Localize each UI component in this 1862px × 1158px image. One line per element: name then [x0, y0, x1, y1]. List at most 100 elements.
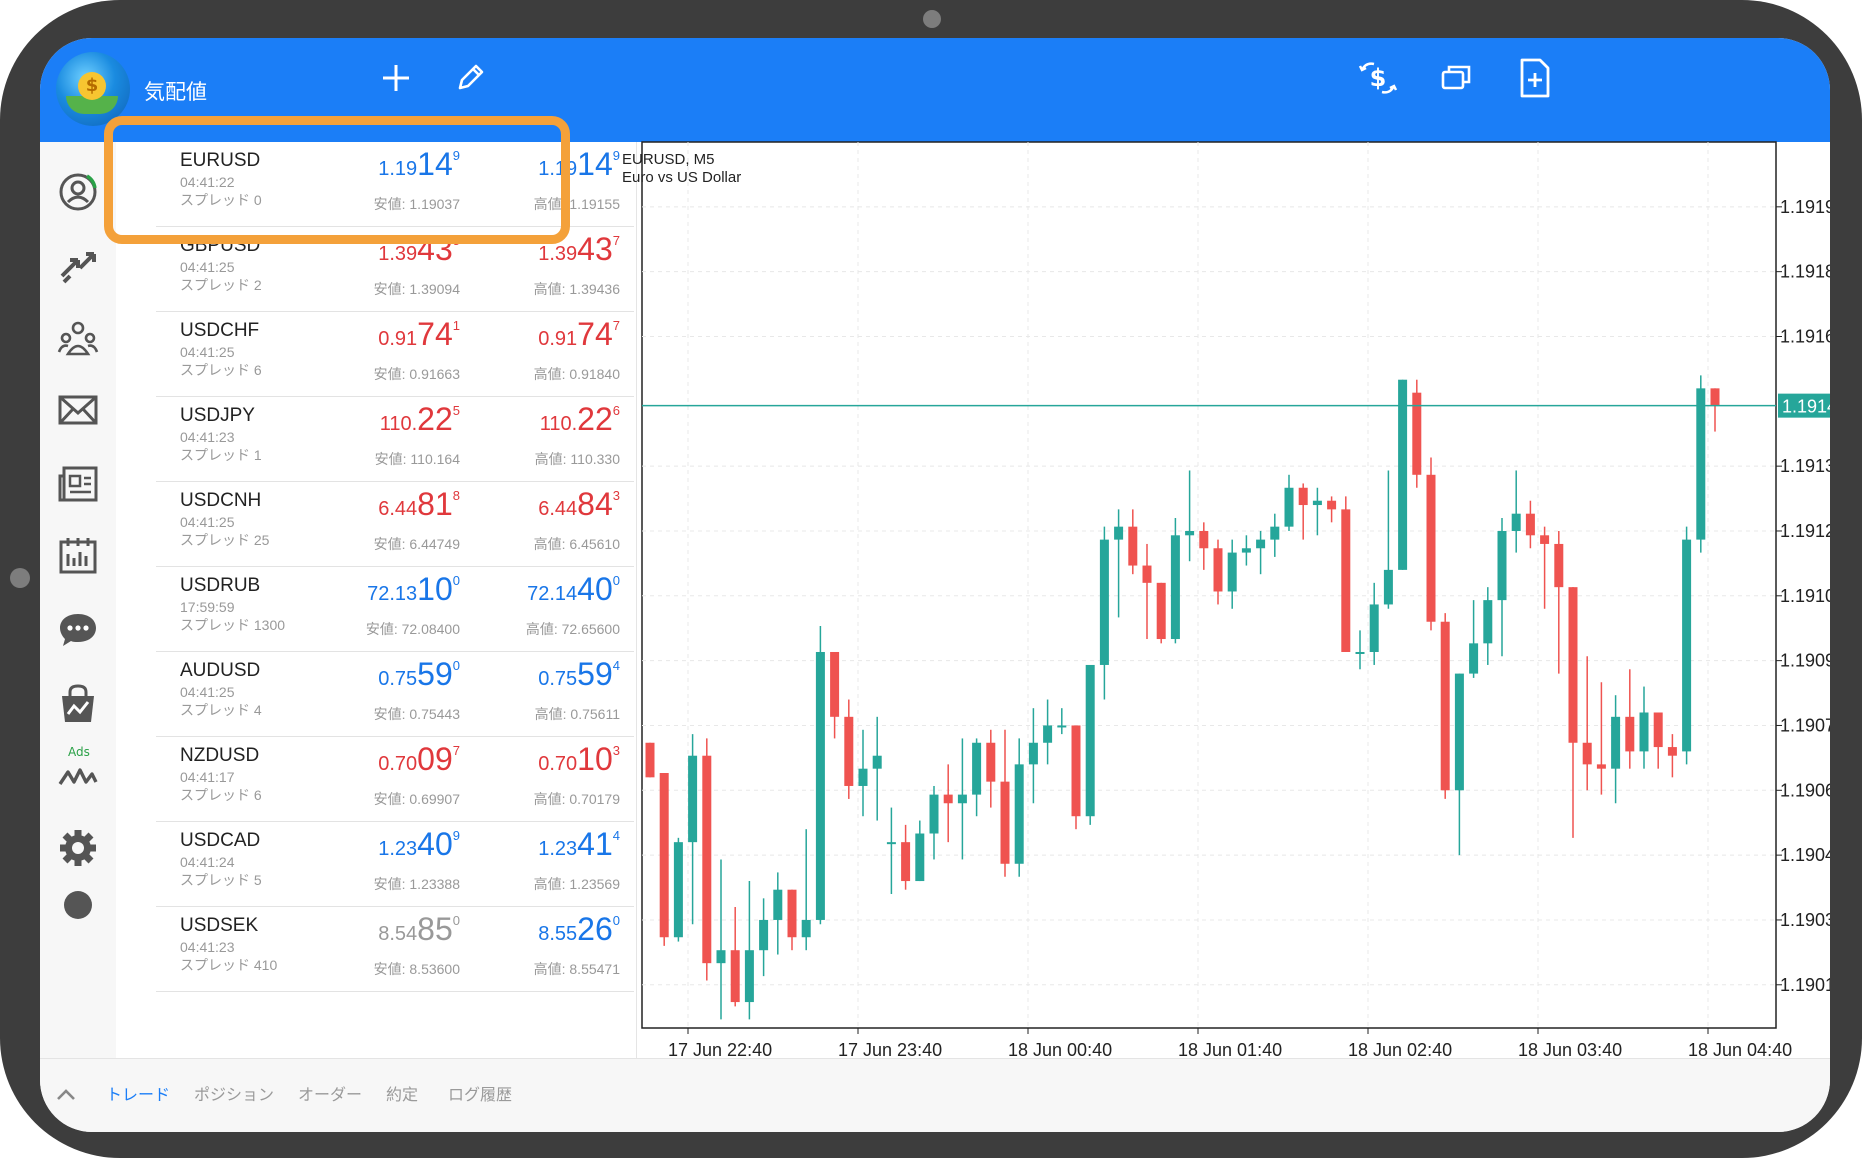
y-tick-label: 1.19075 [1780, 715, 1830, 735]
nav-news[interactable] [48, 454, 108, 514]
app-logo-icon[interactable]: $ [56, 52, 130, 126]
bid-price: 1.23409 [378, 826, 460, 862]
nav-settings[interactable] [48, 818, 108, 878]
candle-body [759, 919, 769, 951]
trade-arrows-icon [60, 252, 96, 284]
candle-body [1312, 500, 1322, 506]
candle-body [872, 755, 882, 769]
candle-body [1256, 539, 1266, 549]
quote-symbol: USDCHF [180, 320, 260, 341]
gear-icon [60, 830, 96, 866]
quote-time: 04:41:25 [180, 514, 235, 530]
quote-row-usdjpy[interactable]: USDJPY 04:41:23 スプレッド 1 110.225 110.226 安値: 1… [156, 397, 634, 482]
candle-body [1710, 388, 1720, 406]
candle-body [858, 768, 868, 786]
y-tick-label: 1.19045 [1780, 845, 1830, 865]
tab-positions[interactable]: ポジション [194, 1081, 274, 1105]
new-order-icon[interactable] [1514, 56, 1554, 100]
nav-signals[interactable] [48, 746, 108, 806]
y-tick-label: 1.19165 [1780, 326, 1830, 346]
quote-time: 04:41:25 [180, 344, 235, 360]
nav-chat[interactable] [48, 600, 108, 660]
quote-row-usdchf[interactable]: USDCHF 04:41:25 スプレッド 6 0.91741 0.91747 安値: 0… [156, 312, 634, 397]
mail-icon [58, 395, 98, 425]
nav-mail[interactable] [48, 380, 108, 440]
quote-row-usdcnh[interactable]: USDCNH 04:41:25 スプレッド 25 6.44818 6.44843 安値: … [156, 482, 634, 567]
quote-row-nzdusd[interactable]: NZDUSD 04:41:17 スプレッド 6 0.70097 0.70103 安値: 0… [156, 737, 634, 822]
nav-community[interactable] [48, 308, 108, 368]
low-price: 安値: 6.44749 [373, 536, 460, 552]
bid-price: 0.75590 [378, 656, 460, 692]
nav-more[interactable] [48, 890, 108, 920]
candle-body [1227, 552, 1237, 592]
candle-body [1185, 530, 1195, 536]
edit-pencil-icon[interactable] [452, 60, 488, 96]
currency-exchange-icon[interactable]: $ [1356, 56, 1400, 100]
candle-body [1270, 526, 1280, 540]
candle-body [787, 889, 797, 938]
candle-body [844, 716, 854, 786]
low-price: 安値: 110.164 [374, 451, 460, 467]
nav-market[interactable] [48, 674, 108, 734]
quote-spread: スプレッド 6 [180, 362, 262, 378]
y-tick-label: 1.19030 [1780, 910, 1830, 930]
nav-calendar[interactable] [48, 526, 108, 586]
quote-symbol: USDCNH [180, 490, 262, 511]
x-tick-label: 18 Jun 04:40 [1688, 1040, 1792, 1060]
candle-body [1682, 539, 1692, 752]
x-tick-label: 18 Jun 00:40 [1008, 1040, 1112, 1060]
candle-body [744, 950, 754, 1003]
tab-journal[interactable]: ログ履歴 [448, 1081, 512, 1105]
candle-body [1568, 587, 1578, 743]
candle-body [1327, 500, 1337, 510]
candle-body [1554, 543, 1564, 588]
quote-row-usdsek[interactable]: USDSEK 04:41:23 スプレッド 410 8.54850 8.55260 安値:… [156, 907, 634, 992]
quote-time: 17:59:59 [180, 599, 235, 615]
quote-symbol: USDCAD [180, 830, 261, 851]
chart-plot-area[interactable] [641, 141, 1777, 1029]
high-price: 高値: 0.70179 [533, 791, 620, 807]
ask-price: 0.70103 [538, 741, 620, 777]
y-tick-label: 1.19090 [1780, 651, 1830, 671]
candle-body [1625, 716, 1635, 752]
candle-body [943, 794, 953, 804]
nav-trade[interactable] [48, 236, 108, 296]
quote-time: 04:41:23 [180, 939, 235, 955]
candle-body [1525, 513, 1535, 536]
low-price: 安値: 0.91663 [373, 366, 460, 382]
candle-body [1511, 513, 1521, 531]
candle-body [659, 773, 669, 938]
add-symbol-icon[interactable] [378, 60, 414, 96]
candle-body [1398, 379, 1408, 570]
candle-body [1284, 487, 1294, 527]
y-tick-label: 1.19195 [1780, 197, 1830, 217]
tab-deals[interactable]: 約定 [386, 1081, 418, 1105]
tab-trade[interactable]: トレード [106, 1081, 170, 1105]
quote-row-usdrub[interactable]: USDRUB 17:59:59 スプレッド 1300 72.13100 72.14400… [156, 567, 634, 652]
windows-icon[interactable] [1438, 60, 1474, 96]
quote-time: 04:41:24 [180, 854, 235, 870]
quote-symbol: USDSEK [180, 915, 259, 936]
candle-body [1085, 664, 1095, 817]
quote-row-usdcad[interactable]: USDCAD 04:41:24 スプレッド 5 1.23409 1.23414 安値: 1… [156, 822, 634, 907]
ask-price: 110.226 [539, 401, 620, 437]
quote-spread: スプレッド 2 [180, 277, 262, 293]
candle-body [830, 651, 840, 717]
panel-divider [636, 142, 637, 1062]
chevron-up-icon[interactable] [54, 1085, 78, 1105]
news-icon [58, 466, 98, 502]
quote-spread: スプレッド 1300 [180, 617, 286, 633]
tab-orders[interactable]: オーダー [298, 1081, 362, 1105]
candle-body [815, 651, 825, 920]
chart-title: EURUSD, M5 [622, 151, 715, 168]
candle-body [645, 742, 655, 778]
nav-quotes[interactable] [48, 162, 108, 222]
candle-body [886, 842, 896, 845]
ask-price: 1.23414 [538, 826, 620, 862]
candle-body [702, 755, 712, 964]
quote-row-audusd[interactable]: AUDUSD 04:41:25 スプレッド 4 0.75590 0.75594 安値: 0… [156, 652, 634, 737]
quote-symbol: USDJPY [180, 405, 255, 426]
candle-body [673, 842, 683, 938]
candle-body [688, 755, 698, 843]
low-price: 安値: 0.75443 [373, 706, 460, 722]
